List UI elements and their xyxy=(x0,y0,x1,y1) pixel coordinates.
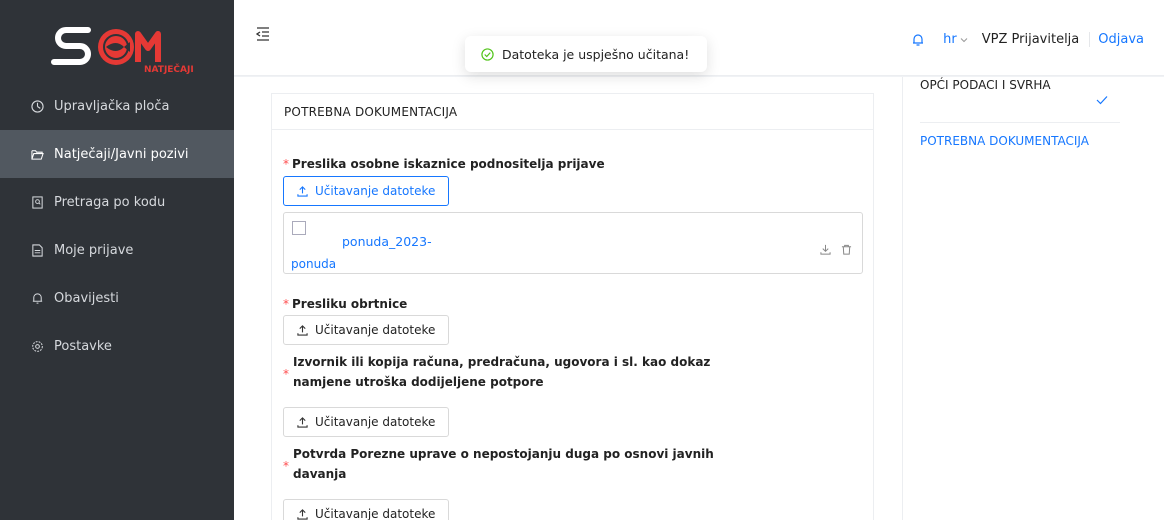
sidebar-item-label: Upravljačka ploča xyxy=(54,98,170,114)
field-label-text: Presliku obrtnice xyxy=(292,297,408,311)
sidebar-item-natjecaji[interactable]: Natječaji/Javni pozivi xyxy=(0,130,234,178)
upload-button-label: Učitavanje datoteke xyxy=(315,323,436,337)
header-right: hr VPZ Prijavitelja Odjava xyxy=(911,32,1144,47)
file-thumbnail-text: ponuda xyxy=(291,257,337,271)
username: VPZ Prijavitelja xyxy=(981,32,1080,47)
required-mark: * xyxy=(283,297,289,311)
file-actions xyxy=(820,240,852,259)
success-toast: Datoteka je uspješno učitana! xyxy=(465,36,707,72)
language-value: hr xyxy=(943,32,957,47)
file-text-icon xyxy=(28,243,46,257)
language-select[interactable]: hr xyxy=(943,32,968,47)
logo[interactable]: NATJEČAJI xyxy=(8,8,234,83)
toast-message: Datoteka je uspješno učitana! xyxy=(502,46,690,62)
upload-icon xyxy=(297,185,308,197)
bell-icon xyxy=(28,292,46,305)
field-label-text: Izvornik ili kopija računa, predračuna, … xyxy=(293,355,711,389)
required-mark: * xyxy=(283,367,289,381)
documentation-panel: POTREBNA DOKUMENTACIJA * Preslika osobne … xyxy=(271,93,874,520)
steps-nav: OPĆI PODACI I SVRHA POTREBNA DOKUMENTACI… xyxy=(902,77,1164,520)
notification-bell-icon[interactable] xyxy=(911,33,925,47)
logout-link[interactable]: Odjava xyxy=(1089,32,1144,47)
field-label-tax-certificate: * Potvrda Porezne uprave o nepostojanju d… xyxy=(283,444,723,484)
upload-icon xyxy=(297,508,308,520)
upload-button-label: Učitavanje datoteke xyxy=(315,415,436,429)
field-label-text: Preslika osobne iskaznice podnositelja p… xyxy=(292,157,605,171)
sidebar: NATJEČAJI Upravljačka ploča Natječaji/Ja… xyxy=(0,0,234,520)
logo-text: NATJEČAJI xyxy=(144,63,194,75)
menu-fold-icon[interactable] xyxy=(255,26,274,41)
dashboard-icon xyxy=(28,99,46,113)
uploaded-file-name[interactable]: ponuda_2023- xyxy=(342,234,432,249)
upload-button-trade-license[interactable]: Učitavanje datoteke xyxy=(283,315,450,345)
upload-icon xyxy=(297,416,308,428)
sidebar-item-obavijesti[interactable]: Obavijesti xyxy=(0,274,234,322)
step-documentation[interactable]: POTREBNA DOKUMENTACIJA xyxy=(920,133,1120,149)
sidebar-item-label: Postavke xyxy=(54,338,112,354)
chevron-down-icon xyxy=(960,37,968,42)
upload-button-invoice[interactable]: Učitavanje datoteke xyxy=(283,407,450,437)
sidebar-item-label: Moje prijave xyxy=(54,242,134,258)
upload-button-id-card[interactable]: Učitavanje datoteke xyxy=(283,176,450,206)
required-mark: * xyxy=(283,157,289,171)
folder-open-icon xyxy=(28,148,46,161)
sidebar-item-postavke[interactable]: Postavke xyxy=(0,322,234,370)
broken-image-icon xyxy=(292,221,306,235)
field-label-invoice: * Izvornik ili kopija računa, predračuna,… xyxy=(283,352,723,392)
sidebar-item-label: Natječaji/Javni pozivi xyxy=(54,146,189,162)
field-label-id-card: * Preslika osobne iskaznice podnositelja … xyxy=(283,154,605,174)
main-content: POTREBNA DOKUMENTACIJA * Preslika osobne … xyxy=(234,77,1164,520)
delete-icon[interactable] xyxy=(841,240,852,259)
upload-button-tax-certificate[interactable]: Učitavanje datoteke xyxy=(283,499,450,520)
field-label-text: Potvrda Porezne uprave o nepostojanju du… xyxy=(293,447,714,481)
required-mark: * xyxy=(283,459,289,473)
upload-button-label: Učitavanje datoteke xyxy=(315,184,436,198)
uploaded-file-card: ponuda ponuda_2023- xyxy=(283,212,863,274)
step-label: POTREBNA DOKUMENTACIJA xyxy=(920,134,1089,148)
sidebar-item-label: Pretraga po kodu xyxy=(54,194,166,210)
sidebar-item-moje-prijave[interactable]: Moje prijave xyxy=(0,226,234,274)
upload-icon xyxy=(297,324,308,336)
settings-icon xyxy=(28,340,46,353)
sidebar-item-label: Obavijesti xyxy=(54,290,119,306)
check-circle-icon xyxy=(481,47,494,61)
sidebar-menu: Upravljačka ploča Natječaji/Javni pozivi… xyxy=(0,82,234,370)
step-general-data[interactable]: OPĆI PODACI I SVRHA xyxy=(920,77,1120,123)
field-label-trade-license: * Presliku obrtnice xyxy=(283,294,407,314)
sidebar-item-pretraga[interactable]: Pretraga po kodu xyxy=(0,178,234,226)
upload-button-label: Učitavanje datoteke xyxy=(315,507,436,520)
step-label: OPĆI PODACI I SVRHA xyxy=(920,78,1051,92)
check-icon xyxy=(1096,96,1108,105)
som-logo-icon: NATJEČAJI xyxy=(51,26,194,75)
search-file-icon xyxy=(28,195,46,209)
download-icon[interactable] xyxy=(820,240,831,259)
panel-title: POTREBNA DOKUMENTACIJA xyxy=(272,94,873,130)
sidebar-item-dashboard[interactable]: Upravljačka ploča xyxy=(0,82,234,130)
